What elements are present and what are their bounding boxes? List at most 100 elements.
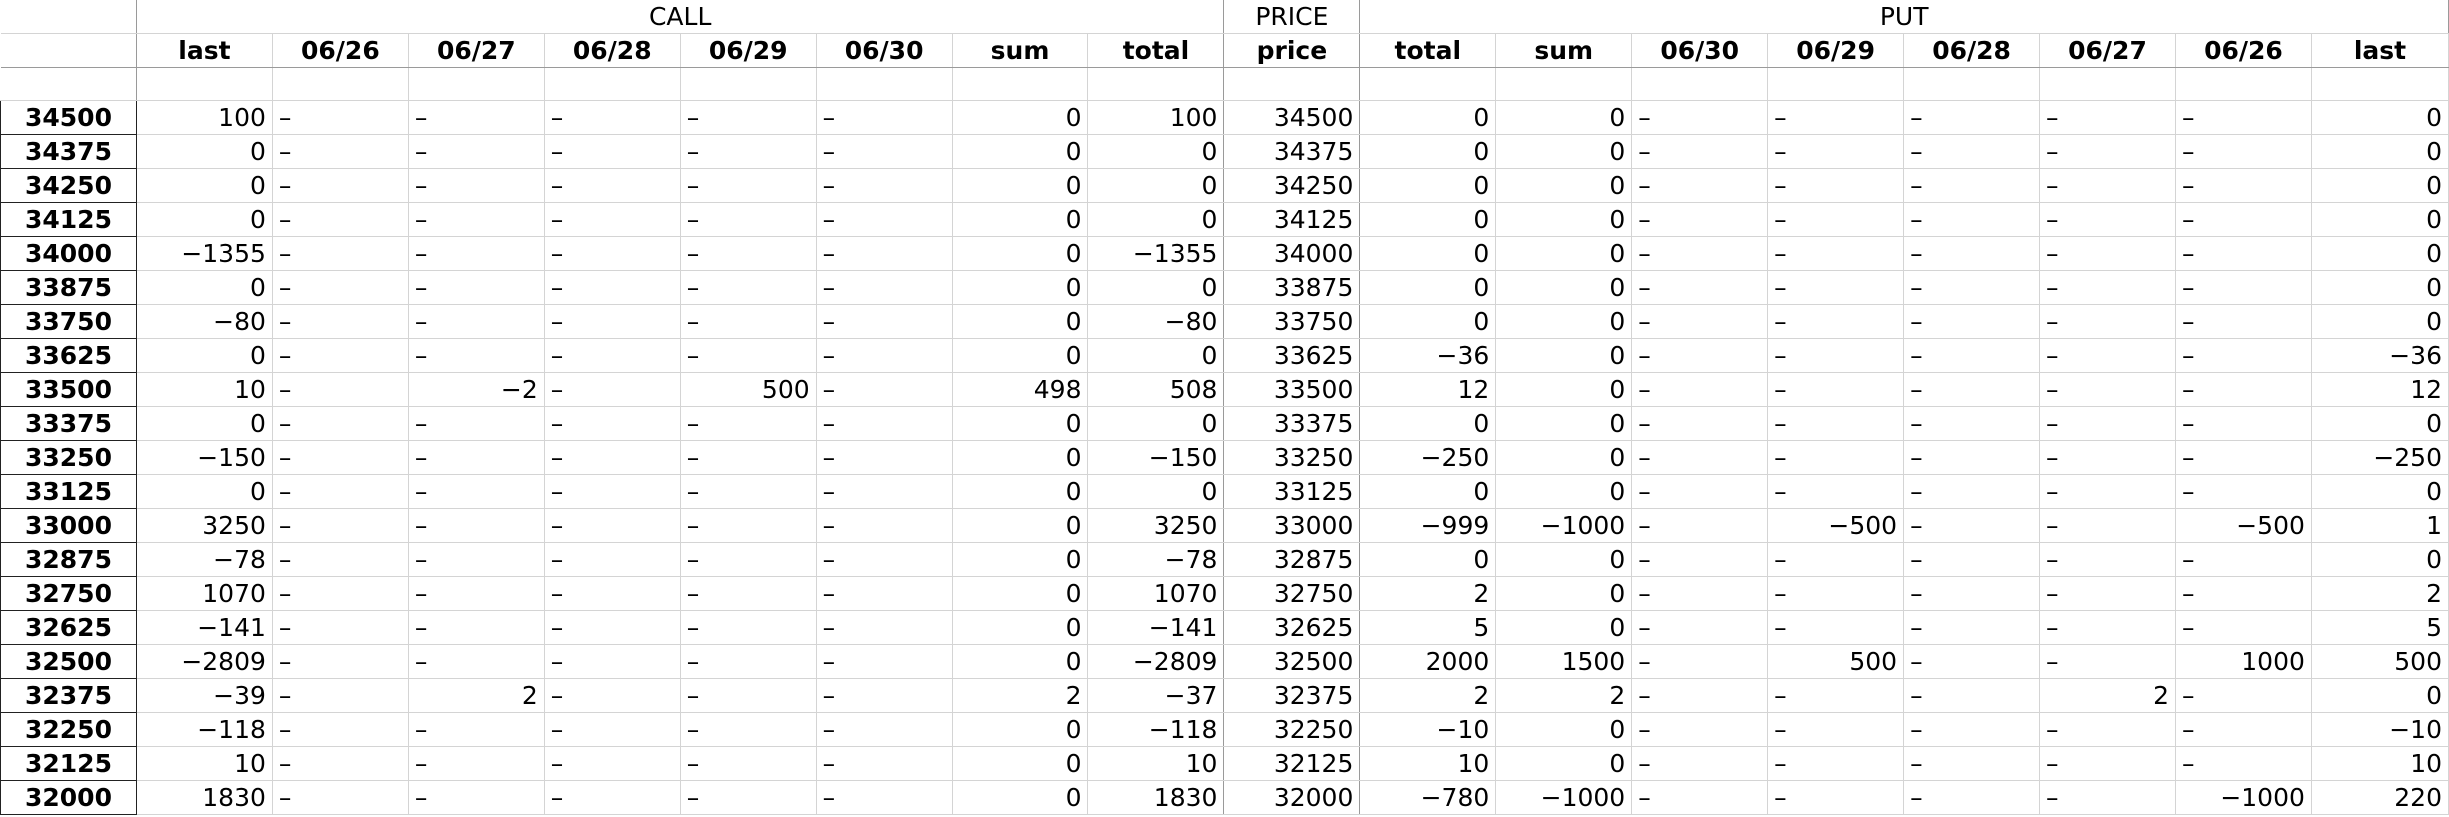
cell-put-total[interactable]: 0 <box>1359 406 1497 441</box>
cell-put-total[interactable]: 2 <box>1359 678 1497 713</box>
cell-price[interactable]: 32125 <box>1223 746 1361 781</box>
cell-put-06-30[interactable]: – <box>1631 100 1769 135</box>
column-header-put-total[interactable]: total <box>1359 33 1497 68</box>
cell-call-06-26[interactable]: – <box>272 576 409 611</box>
cell-call-06-28[interactable]: – <box>544 372 681 407</box>
strike-row-header[interactable]: 32875 <box>0 542 137 577</box>
cell-put-total[interactable]: 0 <box>1359 168 1497 203</box>
cell-call-06-27[interactable]: – <box>408 576 545 611</box>
cell-put-last[interactable]: −10 <box>2311 712 2449 747</box>
cell-call-06-26[interactable]: – <box>272 372 409 407</box>
empty-cell[interactable] <box>2175 67 2312 101</box>
empty-cell[interactable] <box>408 67 545 101</box>
cell-put-total[interactable]: 0 <box>1359 134 1497 169</box>
cell-put-06-30[interactable]: – <box>1631 474 1769 509</box>
cell-put-last[interactable]: 0 <box>2311 678 2449 713</box>
cell-call-06-30[interactable]: – <box>816 508 953 543</box>
cell-call-06-27[interactable]: – <box>408 338 545 373</box>
cell-call-06-29[interactable]: – <box>680 746 817 781</box>
cell-price[interactable]: 34375 <box>1223 134 1361 169</box>
cell-put-06-28[interactable]: – <box>1903 168 2041 203</box>
cell-put-06-30[interactable]: – <box>1631 508 1769 543</box>
cell-call-06-26[interactable]: – <box>272 712 409 747</box>
strike-row-header[interactable]: 32000 <box>0 780 137 815</box>
cell-call-06-28[interactable]: – <box>544 712 681 747</box>
cell-call-06-30[interactable]: – <box>816 270 953 305</box>
cell-call-06-26[interactable]: – <box>272 304 409 339</box>
cell-put-06-29[interactable]: – <box>1767 610 1905 645</box>
cell-put-sum[interactable]: 0 <box>1495 270 1633 305</box>
cell-price[interactable]: 34125 <box>1223 202 1361 237</box>
cell-put-06-29[interactable]: −500 <box>1767 508 1905 543</box>
cell-put-06-27[interactable]: – <box>2039 644 2176 679</box>
cell-put-06-27[interactable]: – <box>2039 134 2176 169</box>
cell-call-06-27[interactable]: 2 <box>408 678 545 713</box>
cell-call-sum[interactable]: 2 <box>952 678 1089 713</box>
cell-price[interactable]: 33125 <box>1223 474 1361 509</box>
cell-put-06-26[interactable]: – <box>2175 270 2312 305</box>
cell-put-sum[interactable]: 0 <box>1495 100 1633 135</box>
cell-call-total[interactable]: 10 <box>1087 746 1225 781</box>
cell-put-06-30[interactable]: – <box>1631 678 1769 713</box>
strike-row-header[interactable]: 34500 <box>0 100 137 135</box>
cell-put-06-28[interactable]: – <box>1903 372 2041 407</box>
cell-call-06-26[interactable]: – <box>272 202 409 237</box>
cell-put-06-29[interactable]: 500 <box>1767 644 1905 679</box>
cell-put-06-30[interactable]: – <box>1631 746 1769 781</box>
column-header-call-sum[interactable]: sum <box>952 33 1089 68</box>
cell-call-06-30[interactable]: – <box>816 440 953 475</box>
cell-put-last[interactable]: 0 <box>2311 134 2449 169</box>
cell-put-06-27[interactable]: – <box>2039 100 2176 135</box>
empty-cell[interactable] <box>1903 67 2041 101</box>
cell-put-06-28[interactable]: – <box>1903 440 2041 475</box>
cell-call-last[interactable]: −39 <box>136 678 273 713</box>
cell-put-sum[interactable]: 0 <box>1495 372 1633 407</box>
cell-put-sum[interactable]: 0 <box>1495 542 1633 577</box>
empty-cell[interactable] <box>952 67 1089 101</box>
cell-call-06-27[interactable]: – <box>408 134 545 169</box>
cell-call-last[interactable]: 10 <box>136 372 273 407</box>
cell-call-last[interactable]: 10 <box>136 746 273 781</box>
cell-call-sum[interactable]: 0 <box>952 406 1089 441</box>
cell-call-06-29[interactable]: – <box>680 712 817 747</box>
cell-call-06-29[interactable]: – <box>680 678 817 713</box>
empty-cell[interactable] <box>1767 67 1905 101</box>
cell-call-06-27[interactable]: – <box>408 168 545 203</box>
cell-call-total[interactable]: 3250 <box>1087 508 1225 543</box>
cell-call-last[interactable]: 0 <box>136 202 273 237</box>
cell-put-06-30[interactable]: – <box>1631 270 1769 305</box>
cell-put-sum[interactable]: 0 <box>1495 576 1633 611</box>
strike-row-header[interactable]: 33375 <box>0 406 137 441</box>
cell-call-06-29[interactable]: – <box>680 338 817 373</box>
cell-put-06-28[interactable]: – <box>1903 780 2041 815</box>
cell-put-total[interactable]: −999 <box>1359 508 1497 543</box>
strike-row-header[interactable]: 32375 <box>0 678 137 713</box>
corner-cell[interactable] <box>0 0 137 34</box>
cell-call-total[interactable]: −1355 <box>1087 236 1225 271</box>
cell-put-06-29[interactable]: – <box>1767 100 1905 135</box>
cell-put-last[interactable]: 0 <box>2311 474 2449 509</box>
put-group-header[interactable]: PUT <box>1359 0 2449 34</box>
strike-row-header[interactable]: 32625 <box>0 610 137 645</box>
cell-put-last[interactable]: −250 <box>2311 440 2449 475</box>
cell-call-06-29[interactable]: – <box>680 406 817 441</box>
cell-put-06-29[interactable]: – <box>1767 168 1905 203</box>
strike-row-header[interactable]: 33125 <box>0 474 137 509</box>
cell-call-06-30[interactable]: – <box>816 100 953 135</box>
strike-row-header[interactable]: 33875 <box>0 270 137 305</box>
cell-call-sum[interactable]: 0 <box>952 236 1089 271</box>
cell-call-06-28[interactable]: – <box>544 440 681 475</box>
cell-put-sum[interactable]: 0 <box>1495 134 1633 169</box>
cell-call-last[interactable]: −118 <box>136 712 273 747</box>
cell-price[interactable]: 33625 <box>1223 338 1361 373</box>
cell-put-06-26[interactable]: – <box>2175 338 2312 373</box>
cell-call-06-28[interactable]: – <box>544 576 681 611</box>
cell-call-06-28[interactable]: – <box>544 746 681 781</box>
cell-put-last[interactable]: 2 <box>2311 576 2449 611</box>
cell-call-06-30[interactable]: – <box>816 576 953 611</box>
empty-cell[interactable] <box>2311 67 2449 101</box>
cell-put-06-29[interactable]: – <box>1767 440 1905 475</box>
cell-call-06-28[interactable]: – <box>544 134 681 169</box>
cell-call-06-26[interactable]: – <box>272 270 409 305</box>
cell-call-06-27[interactable]: – <box>408 746 545 781</box>
